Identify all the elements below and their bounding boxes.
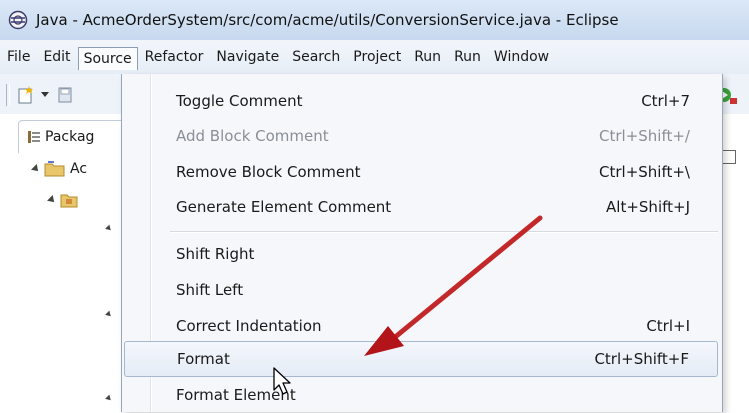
menu-item-format[interactable]: Format Ctrl+Shift+F bbox=[124, 341, 718, 377]
menu-item-add-block-comment[interactable]: Add Block Comment Ctrl+Shift+/ bbox=[124, 118, 718, 154]
save-icon[interactable] bbox=[56, 85, 76, 105]
menu-item-shortcut: Ctrl+7 bbox=[641, 92, 690, 110]
package-explorer-tab[interactable]: Packag bbox=[18, 120, 138, 153]
menu-item-shift-right[interactable]: Shift Right bbox=[124, 236, 718, 272]
menu-item-remove-block-comment[interactable]: Remove Block Comment Ctrl+Shift+\ bbox=[124, 154, 718, 190]
expand-icon[interactable] bbox=[105, 224, 113, 233]
menu-item-label: Shift Left bbox=[176, 281, 244, 299]
package-explorer-icon bbox=[28, 131, 40, 143]
mouse-pointer-icon bbox=[273, 367, 291, 395]
menu-window[interactable]: Window bbox=[488, 46, 555, 68]
package-explorer-tab-label: Packag bbox=[45, 129, 95, 145]
eclipse-icon bbox=[8, 10, 28, 30]
menu-run-2[interactable]: Run bbox=[448, 46, 487, 68]
expand-icon[interactable] bbox=[105, 394, 113, 403]
menu-item-shift-left[interactable]: Shift Left bbox=[124, 272, 718, 308]
menu-item-shortcut: Alt+Shift+J bbox=[606, 198, 690, 216]
menu-item-generate-element-comment[interactable]: Generate Element Comment Alt+Shift+J bbox=[124, 189, 718, 225]
menu-run[interactable]: Run bbox=[408, 46, 447, 68]
menu-project[interactable]: Project bbox=[347, 46, 407, 68]
source-menu: Toggle Comment Ctrl+7 Add Block Comment … bbox=[121, 74, 723, 412]
menu-item-label: Correct Indentation bbox=[176, 317, 322, 335]
menu-item-label: Add Block Comment bbox=[176, 127, 329, 145]
title-bar: Java - AcmeOrderSystem/src/com/acme/util… bbox=[0, 0, 749, 41]
menu-item-toggle-comment[interactable]: Toggle Comment Ctrl+7 bbox=[124, 83, 718, 119]
expand-icon[interactable] bbox=[47, 195, 57, 205]
menu-item-label: Format bbox=[177, 350, 230, 368]
tree-row-project[interactable]: Ac bbox=[31, 160, 88, 178]
menu-item-label: Toggle Comment bbox=[176, 92, 303, 110]
menu-item-correct-indentation[interactable]: Correct Indentation Ctrl+I bbox=[124, 308, 718, 344]
menu-source[interactable]: Source bbox=[77, 46, 138, 70]
toolbar-grip[interactable] bbox=[6, 84, 10, 106]
menu-item-label: Shift Right bbox=[176, 245, 255, 263]
new-wizard-icon[interactable] bbox=[16, 85, 36, 105]
package-icon bbox=[60, 194, 78, 208]
menu-item-format-element[interactable]: Format Element bbox=[124, 377, 718, 413]
menu-item-shortcut: Ctrl+Shift+F bbox=[594, 350, 689, 368]
project-folder-icon bbox=[44, 161, 65, 177]
menu-item-label: Remove Block Comment bbox=[176, 163, 361, 181]
window-title: Java - AcmeOrderSystem/src/com/acme/util… bbox=[36, 11, 619, 29]
menu-navigate[interactable]: Navigate bbox=[210, 46, 285, 68]
menu-item-label: Generate Element Comment bbox=[176, 198, 392, 216]
project-label: Ac bbox=[70, 161, 88, 177]
menu-search[interactable]: Search bbox=[286, 46, 346, 68]
menu-separator bbox=[170, 231, 718, 233]
menu-bar: File Edit Source Refactor Navigate Searc… bbox=[0, 40, 749, 75]
expand-icon[interactable] bbox=[105, 310, 113, 319]
expand-icon[interactable] bbox=[31, 164, 41, 174]
menu-item-shortcut: Ctrl+Shift+/ bbox=[599, 127, 690, 145]
menu-item-shortcut: Ctrl+I bbox=[646, 317, 690, 335]
package-explorer: Packag Ac bbox=[14, 120, 138, 412]
menu-refactor[interactable]: Refactor bbox=[139, 46, 210, 68]
chevron-down-icon[interactable] bbox=[40, 91, 50, 99]
menu-edit[interactable]: Edit bbox=[37, 46, 76, 68]
menu-item-shortcut: Ctrl+Shift+\ bbox=[599, 163, 690, 181]
tree-row-src[interactable] bbox=[47, 192, 78, 208]
menu-file[interactable]: File bbox=[1, 46, 36, 68]
view-menu-icon[interactable] bbox=[722, 150, 736, 164]
